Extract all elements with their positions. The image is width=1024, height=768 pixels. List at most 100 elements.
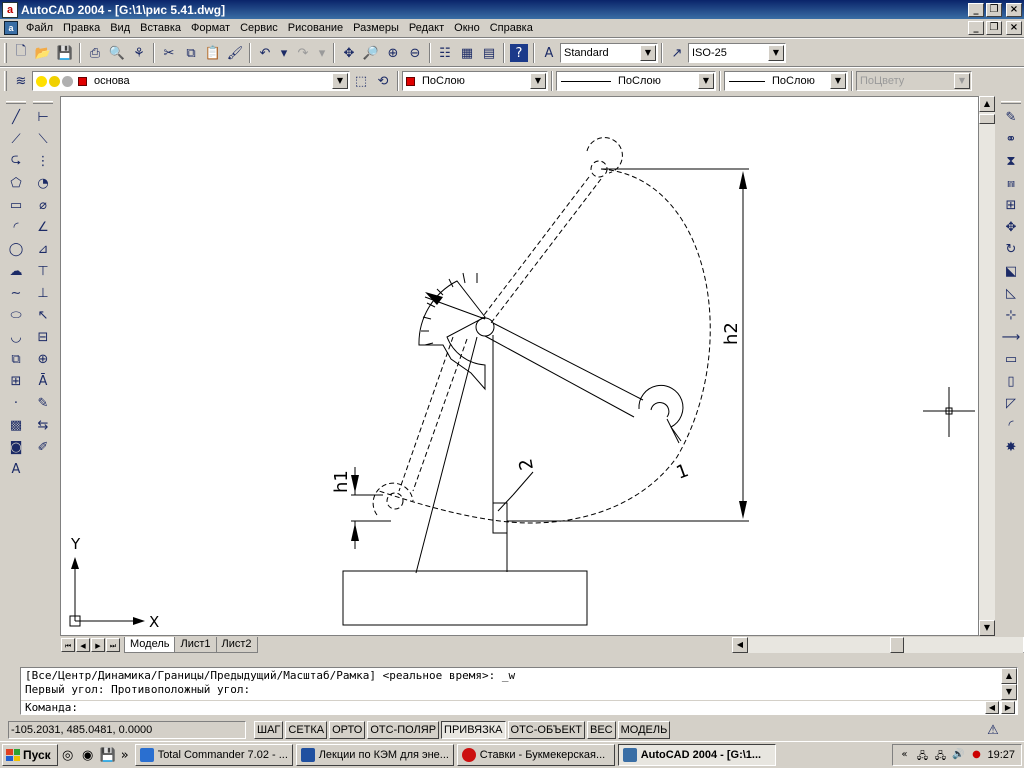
task-bets-browser[interactable]: Ставки - Букмекерская...	[456, 744, 615, 766]
autocad-app-icon[interactable]: a	[2, 1, 18, 18]
make-block-icon[interactable]: ⊞	[5, 370, 27, 392]
offset-icon[interactable]: ⩎	[1000, 172, 1022, 194]
layer-select[interactable]: основа ▼	[32, 71, 350, 91]
linear-dimension-icon[interactable]: ⊢	[32, 106, 54, 128]
layer-manager-icon[interactable]: ≋	[10, 70, 32, 92]
break-at-point-icon[interactable]: ▭	[1000, 348, 1022, 370]
toolbar-grip[interactable]	[4, 43, 7, 63]
multiline-text-icon[interactable]: A	[5, 458, 27, 480]
scroll-down-icon[interactable]: ▼	[979, 620, 995, 636]
media-quicklaunch-icon[interactable]: ◉	[78, 745, 98, 765]
command-input-row[interactable]: Команда: ◀ ▶	[21, 700, 1017, 714]
leader-icon[interactable]: ↖	[32, 304, 54, 326]
tool-palettes-icon[interactable]: ▤	[478, 42, 500, 64]
polyline-icon[interactable]: ⮎	[5, 150, 27, 172]
rotate-icon[interactable]: ↻	[1000, 238, 1022, 260]
save-quicklaunch-icon[interactable]: 💾	[98, 745, 118, 765]
close-button[interactable]: ×	[1006, 2, 1022, 17]
layer-previous-icon[interactable]: ⟲	[372, 70, 394, 92]
vertical-scroll-thumb[interactable]	[979, 114, 995, 124]
coordinates-readout[interactable]: -105.2031, 485.0481, 0.0000	[8, 721, 246, 739]
dimension-update-icon[interactable]: ⇆	[32, 414, 54, 436]
scroll-down-icon[interactable]: ▼	[1001, 684, 1017, 700]
region-icon[interactable]: ◙	[5, 436, 27, 458]
zoom-realtime-icon[interactable]: 🔎	[360, 42, 382, 64]
undo-icon[interactable]: ↶	[254, 42, 276, 64]
chevron-down-icon[interactable]: ▼	[954, 73, 970, 89]
baseline-dimension-icon[interactable]: ⊤	[32, 260, 54, 282]
scroll-left-icon[interactable]: ◀	[732, 637, 748, 653]
menu-view[interactable]: Вид	[105, 22, 135, 34]
publish-icon[interactable]: ⚘	[128, 42, 150, 64]
otrack-toggle[interactable]: ОТС-ОБЪЕКТ	[507, 721, 585, 739]
toolbar-grip[interactable]	[4, 71, 7, 91]
menu-help[interactable]: Справка	[485, 22, 538, 34]
open-folder-icon[interactable]: 📂	[32, 42, 54, 64]
scroll-up-icon[interactable]: ▲	[1001, 668, 1017, 684]
tab-first-icon[interactable]: ⏮	[61, 638, 75, 652]
doc-minimize-button[interactable]: _	[968, 21, 984, 35]
diameter-dimension-icon[interactable]: ⌀	[32, 194, 54, 216]
menu-edit[interactable]: Правка	[58, 22, 105, 34]
move-icon[interactable]: ✥	[1000, 216, 1022, 238]
stretch-icon[interactable]: ◺	[1000, 282, 1022, 304]
tab-prev-icon[interactable]: ◀	[76, 638, 90, 652]
horizontal-scrollbar[interactable]: ◀ ▶	[732, 637, 1024, 653]
mirror-icon[interactable]: ⧗	[1000, 150, 1022, 172]
menu-window[interactable]: Окно	[449, 22, 485, 34]
chamfer-icon[interactable]: ◸	[1000, 392, 1022, 414]
break-icon[interactable]: ▯	[1000, 370, 1022, 392]
chevron-down-icon[interactable]: ▼	[698, 73, 714, 89]
chevron-down-icon[interactable]: ▼	[530, 73, 546, 89]
tray-expand-icon[interactable]: «	[897, 749, 911, 761]
continue-dimension-icon[interactable]: ⊥	[32, 282, 54, 304]
zoom-previous-icon[interactable]: ⊖	[404, 42, 426, 64]
antivirus-icon[interactable]: ●	[969, 749, 983, 761]
fillet-icon[interactable]: ◜	[1000, 414, 1022, 436]
tab-next-icon[interactable]: ▶	[91, 638, 105, 652]
ellipse-arc-icon[interactable]: ◡	[5, 326, 27, 348]
zoom-window-icon[interactable]: ⊕	[382, 42, 404, 64]
volume-icon[interactable]: 🔊	[951, 749, 965, 761]
toolbar-grip[interactable]	[1001, 101, 1021, 104]
paste-icon[interactable]: 📋	[202, 42, 224, 64]
command-prompt[interactable]: Команда:	[25, 701, 78, 714]
new-file-icon[interactable]: 🗋	[10, 42, 32, 64]
radius-dimension-icon[interactable]: ◔	[32, 172, 54, 194]
extend-icon[interactable]: ⟶	[1000, 326, 1022, 348]
command-scrollbar[interactable]: ▲ ▼	[1001, 668, 1017, 700]
dimension-edit-icon[interactable]: Ā	[32, 370, 54, 392]
erase-icon[interactable]: ✎	[1000, 106, 1022, 128]
network-icon[interactable]: 🖧	[915, 749, 929, 762]
hatch-icon[interactable]: ▩	[5, 414, 27, 436]
scroll-left-icon[interactable]: ◀	[985, 701, 999, 714]
horizontal-scroll-thumb[interactable]	[890, 637, 904, 653]
dimension-text-edit-icon[interactable]: ✎	[32, 392, 54, 414]
tab-model[interactable]: Модель	[124, 637, 176, 653]
menu-insert[interactable]: Вставка	[135, 22, 186, 34]
plotstyle-select[interactable]: ПоЦвету ▼	[856, 71, 972, 91]
pan-icon[interactable]: ✥	[338, 42, 360, 64]
scroll-up-icon[interactable]: ▲	[979, 96, 995, 112]
cut-icon[interactable]: ✂	[158, 42, 180, 64]
redo-dropdown-icon[interactable]: ▾	[314, 42, 330, 64]
design-center-icon[interactable]: ▦	[456, 42, 478, 64]
menu-modify[interactable]: Редакт	[404, 22, 449, 34]
copy-object-icon[interactable]: ⚭	[1000, 128, 1022, 150]
tab-layout1[interactable]: Лист1	[174, 637, 217, 653]
clock[interactable]: 19:27	[987, 749, 1015, 761]
browser-quicklaunch-icon[interactable]: ◎	[58, 745, 78, 765]
snap-toggle[interactable]: ШАГ	[254, 721, 284, 739]
undo-dropdown-icon[interactable]: ▾	[276, 42, 292, 64]
tab-last-icon[interactable]: ⏭	[106, 638, 120, 652]
vertical-scrollbar[interactable]: ▲ ▼	[979, 96, 995, 636]
drawing-area[interactable]: h2 h1 1 2 Y X	[60, 96, 979, 636]
lineweight-toggle[interactable]: ВЕС	[586, 721, 616, 739]
task-total-commander[interactable]: Total Commander 7.02 - ...	[134, 744, 293, 766]
polygon-icon[interactable]: ⬠	[5, 172, 27, 194]
command-window[interactable]: [Все/Центр/Динамика/Границы/Предыдущий/М…	[20, 667, 1018, 715]
grid-toggle[interactable]: СЕТКА	[285, 721, 328, 739]
dim-style-select[interactable]: ISO-25 ▼	[688, 43, 786, 63]
ellipse-icon[interactable]: ⬭	[5, 304, 27, 326]
communication-center-icon[interactable]: ⚠	[982, 719, 1004, 741]
